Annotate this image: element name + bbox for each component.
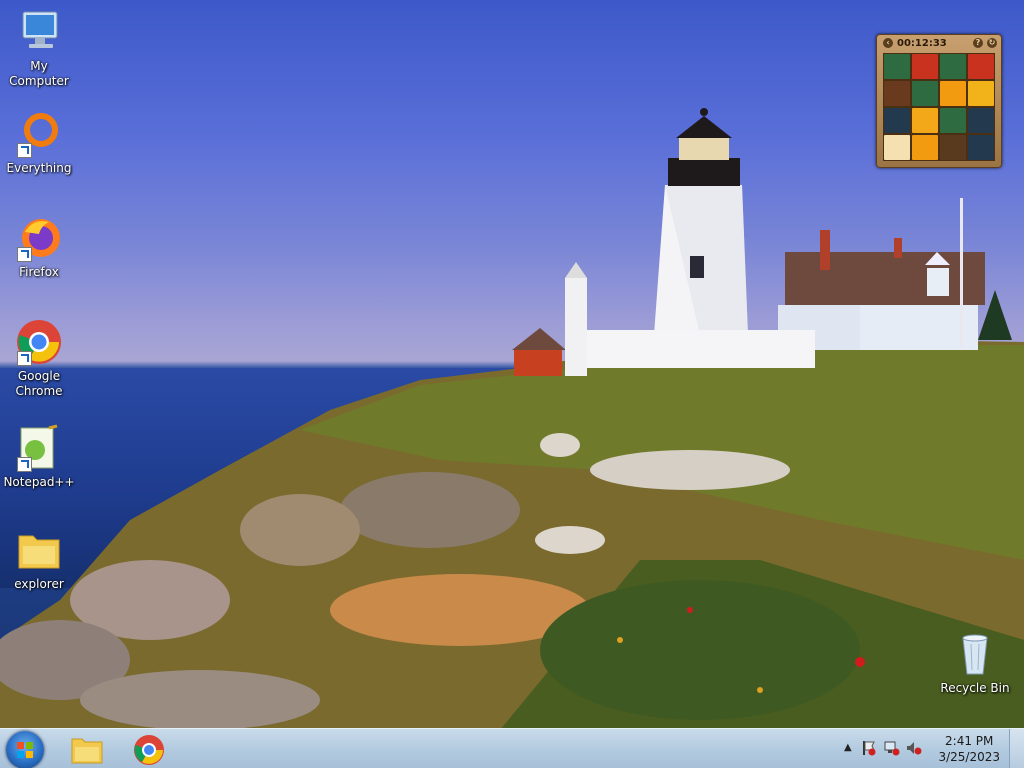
show-desktop-button[interactable]: [1009, 729, 1024, 768]
volume-muted-icon[interactable]: [906, 740, 922, 756]
desktop-icon-label: Recycle Bin: [940, 681, 1010, 695]
desktop-icon-explorer[interactable]: explorer: [0, 526, 78, 592]
folder-icon: [71, 738, 103, 764]
desktop-icon-notepad-plus-plus[interactable]: Notepad++: [0, 424, 78, 490]
desktop-icon-label: Everything: [6, 161, 72, 175]
clock[interactable]: 2:41 PM 3/25/2023: [938, 733, 1000, 765]
desktop-icon-everything[interactable]: Everything: [0, 110, 78, 176]
wallpaper-lighthouse: [512, 108, 1012, 376]
everything-search-icon: [15, 110, 63, 158]
taskbar-button-explorer[interactable]: [60, 731, 114, 767]
puzzle-tile[interactable]: [884, 135, 910, 160]
windows-logo-icon: [17, 742, 33, 758]
action-center-flag-icon[interactable]: [862, 740, 876, 756]
notepad-plus-plus-icon: [15, 424, 63, 472]
desktop-icon-label: Firefox: [19, 265, 59, 279]
taskbar-button-chrome[interactable]: [122, 731, 176, 767]
folder-icon: [15, 526, 63, 574]
puzzle-tile[interactable]: [912, 81, 938, 106]
chrome-icon: [134, 735, 164, 765]
gadget-timer: 00:12:33: [897, 38, 947, 49]
desktop[interactable]: My Computer Everything Firefox Google Ch…: [0, 0, 1024, 768]
shortcut-arrow-icon: [17, 247, 32, 262]
desktop-icon-label: explorer: [14, 577, 64, 591]
clock-date: 3/25/2023: [938, 750, 1000, 764]
network-icon[interactable]: [884, 740, 900, 756]
puzzle-tile[interactable]: [940, 54, 966, 79]
gadget-back-icon[interactable]: ‹: [883, 38, 893, 48]
system-tray: ▲ 2:41 PM 3/25/2023: [834, 729, 1024, 768]
chrome-icon: [15, 318, 63, 366]
gadget-settings-icon[interactable]: ↻: [987, 38, 997, 48]
puzzle-tile[interactable]: [940, 81, 966, 106]
start-button[interactable]: [6, 731, 44, 768]
desktop-icon-label: Notepad++: [3, 475, 75, 489]
taskbar: ▲ 2:41 PM 3/25/2023: [0, 728, 1024, 768]
puzzle-tile[interactable]: [884, 54, 910, 79]
puzzle-tile[interactable]: [968, 108, 994, 133]
puzzle-tile[interactable]: [912, 135, 938, 160]
desktop-icon-label: My Computer: [9, 59, 69, 88]
shortcut-arrow-icon: [17, 143, 32, 158]
puzzle-tile[interactable]: [968, 135, 994, 160]
desktop-icon-my-computer[interactable]: My Computer: [0, 8, 78, 89]
puzzle-tile[interactable]: [968, 54, 994, 79]
shortcut-arrow-icon: [17, 351, 32, 366]
puzzle-grid[interactable]: [883, 53, 995, 161]
puzzle-tile[interactable]: [968, 81, 994, 106]
puzzle-tile[interactable]: [884, 81, 910, 106]
puzzle-tile[interactable]: [884, 108, 910, 133]
desktop-icon-firefox[interactable]: Firefox: [0, 214, 78, 280]
gadget-help-icon[interactable]: ?: [973, 38, 983, 48]
desktop-icon-recycle-bin[interactable]: Recycle Bin: [936, 630, 1014, 696]
puzzle-gadget[interactable]: ‹ 00:12:33 ? ↻: [876, 34, 1002, 168]
puzzle-tile[interactable]: [940, 108, 966, 133]
shortcut-arrow-icon: [17, 457, 32, 472]
clock-time: 2:41 PM: [945, 734, 994, 748]
computer-icon: [15, 8, 63, 56]
desktop-icon-label: Google Chrome: [15, 369, 63, 398]
puzzle-tile[interactable]: [940, 135, 966, 160]
puzzle-tile[interactable]: [912, 108, 938, 133]
desktop-icon-google-chrome[interactable]: Google Chrome: [0, 318, 78, 399]
firefox-icon: [15, 214, 63, 262]
gadget-titlebar: ‹ 00:12:33 ? ↻: [881, 37, 997, 51]
recycle-bin-icon: [951, 630, 999, 678]
show-hidden-icons-chevron-icon[interactable]: ▲: [844, 742, 852, 753]
puzzle-tile[interactable]: [912, 54, 938, 79]
